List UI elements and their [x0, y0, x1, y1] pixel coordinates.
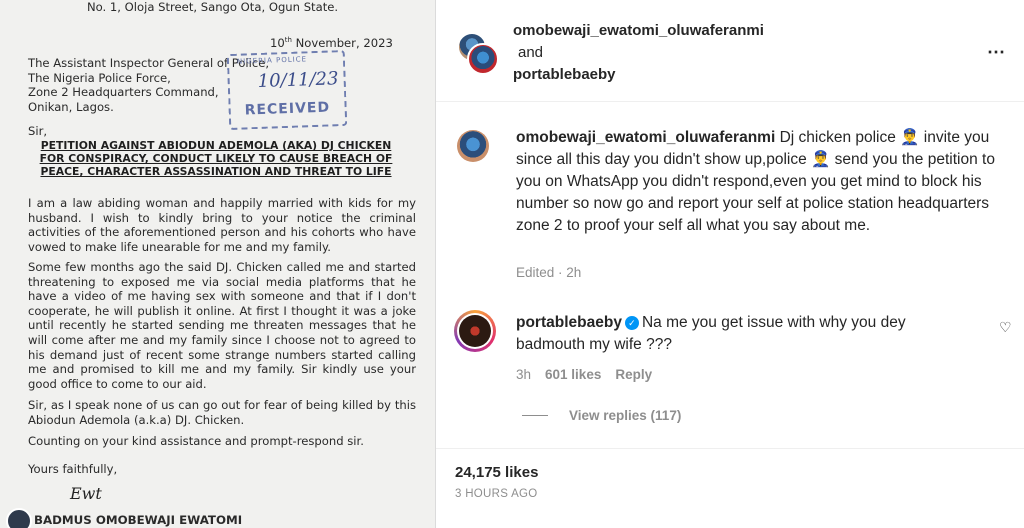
divider	[522, 415, 548, 416]
letter-signer: BADMUS OMOBEWAJI EWATOMI	[34, 513, 243, 527]
author-username-link[interactable]: portablebaeby	[513, 66, 616, 83]
view-replies-button[interactable]: View replies (117)	[569, 408, 681, 423]
header-and-text: and	[518, 44, 544, 61]
comment-likes-link[interactable]: 601 likes	[545, 367, 601, 382]
letter-date: 10th November, 2023	[270, 36, 393, 50]
post-header: omobewaji_ewatomi_oluwaferanmi and porta…	[436, 0, 1024, 102]
comment-time: 3h	[516, 367, 532, 382]
post-likes-link[interactable]: 24,175 likes	[455, 464, 538, 481]
handwritten-signature: Ewt	[70, 484, 102, 503]
comment: portablebaeby ✓ Na me you get issue with w…	[516, 312, 936, 356]
comments-panel: omobewaji_ewatomi_oluwaferanmi and porta…	[436, 0, 1024, 528]
more-options-icon[interactable]: ⋯	[987, 42, 1006, 63]
letter-address: No. 1, Oloja Street, Sango Ota, Ogun Sta…	[87, 0, 339, 14]
avatar[interactable]	[467, 43, 499, 75]
comment-meta: 3h 601 likes Reply	[516, 367, 652, 382]
post-footer: 24,175 likes 3 HOURS AGO	[436, 448, 1024, 528]
petition-letter-image: No. 1, Oloja Street, Sango Ota, Ogun Sta…	[0, 0, 435, 528]
received-stamp: NIGERIA POLICE 10/11/23 RECEIVED	[226, 49, 348, 131]
avatar[interactable]	[454, 310, 496, 352]
letter-closing: Yours faithfully,	[28, 462, 118, 476]
letter-paragraph: I am a law abiding woman and happily mar…	[28, 196, 416, 254]
petition-title: PETITION AGAINST ABIODUN ADEMOLA (AKA) D…	[39, 139, 393, 179]
comment-username-link[interactable]: omobewaji_ewatomi_oluwaferanmi	[516, 129, 775, 146]
verified-badge-icon: ✓	[624, 316, 639, 330]
like-heart-icon[interactable]: ♡	[999, 319, 1012, 336]
post-timestamp[interactable]: 3 HOURS AGO	[455, 488, 538, 500]
comment-username-link[interactable]: portablebaeby	[516, 314, 622, 331]
letter-paragraph: Some few months ago the said DJ. Chicken…	[28, 260, 416, 391]
letter-salutation: Sir,	[28, 124, 48, 138]
avatar[interactable]	[457, 130, 489, 162]
comment-meta: Edited · 2h	[516, 265, 582, 280]
author-username-link[interactable]: omobewaji_ewatomi_oluwaferanmi	[513, 22, 764, 39]
comment: omobewaji_ewatomi_oluwaferanmi Dj chicke…	[516, 127, 996, 237]
letter-paragraph: Sir, as I speak none of us can go out fo…	[28, 398, 416, 427]
reply-button[interactable]: Reply	[615, 367, 652, 382]
avatar[interactable]	[6, 508, 32, 528]
letter-paragraph: Counting on your kind assistance and pro…	[28, 434, 364, 448]
